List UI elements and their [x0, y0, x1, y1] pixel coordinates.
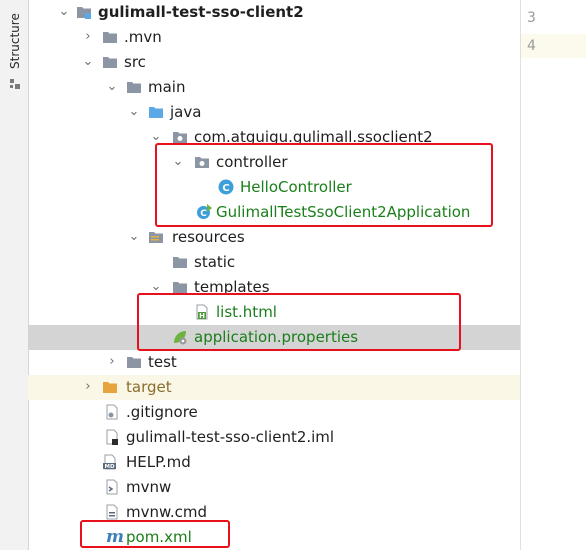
- tree-item-resources[interactable]: ⌄ resources: [28, 225, 520, 250]
- structure-icon: [10, 79, 20, 89]
- tree-label-src: src: [124, 53, 146, 71]
- tree-item-target[interactable]: › target: [28, 375, 520, 400]
- tree-label-test: test: [148, 353, 177, 371]
- markdown-file-icon: MD: [103, 454, 116, 470]
- tree-item-gitignore[interactable]: .gitignore: [28, 400, 520, 425]
- tree-label-resources: resources: [172, 228, 245, 246]
- iml-file-icon: [106, 429, 118, 445]
- tree-label-mvnw: mvnw: [126, 478, 172, 496]
- annotation-box-controller: [155, 143, 493, 227]
- svg-text:MD: MD: [104, 464, 114, 470]
- tree-item-src[interactable]: ⌄ src: [28, 50, 520, 75]
- module-folder-icon: [77, 7, 91, 19]
- chevron-down-icon[interactable]: ⌄: [126, 104, 142, 120]
- tree-label-gitignore: .gitignore: [126, 403, 198, 421]
- folder-icon: [173, 257, 187, 268]
- structure-tab[interactable]: Structure: [4, 6, 26, 92]
- tree-item-mvnw[interactable]: mvnw: [28, 475, 520, 500]
- chevron-down-icon[interactable]: ⌄: [80, 54, 96, 70]
- annotation-box-resources: [137, 293, 461, 351]
- folder-icon: [103, 32, 117, 43]
- tree-item-root[interactable]: ⌄ gulimall-test-sso-client2: [28, 0, 520, 25]
- line-number-4: 4: [527, 38, 536, 54]
- tool-window-strip: Structure: [0, 0, 29, 550]
- structure-tab-label: Structure: [8, 13, 22, 69]
- tree-item-java[interactable]: ⌄ java: [28, 100, 520, 125]
- tree-item-static[interactable]: static: [28, 250, 520, 275]
- source-folder-icon: [149, 107, 163, 118]
- tree-label-main: main: [148, 78, 186, 96]
- tree-label-root: gulimall-test-sso-client2: [98, 3, 304, 21]
- excluded-folder-icon: [103, 382, 117, 393]
- tree-label-java: java: [170, 103, 202, 121]
- project-tree: ⌄ gulimall-test-sso-client2 › .mvn ⌄ src…: [28, 0, 546, 550]
- resources-folder-icon: [149, 232, 163, 243]
- editor-gutter: 3 4: [520, 0, 586, 550]
- tree-label-iml: gulimall-test-sso-client2.iml: [126, 428, 335, 446]
- chevron-down-icon[interactable]: ⌄: [104, 79, 120, 95]
- tree-item-test[interactable]: › test: [28, 350, 520, 375]
- tree-item-main[interactable]: ⌄ main: [28, 75, 520, 100]
- chevron-right-icon[interactable]: ›: [80, 29, 96, 45]
- tree-label-target: target: [126, 378, 172, 396]
- folder-icon: [127, 82, 141, 93]
- chevron-down-icon[interactable]: ⌄: [56, 4, 72, 20]
- folder-icon: [103, 57, 117, 68]
- gitignore-file-icon: [106, 404, 118, 420]
- cmd-file-icon: [106, 504, 118, 520]
- chevron-down-icon[interactable]: ⌄: [126, 229, 142, 245]
- tree-item-mvn[interactable]: › .mvn: [28, 25, 520, 50]
- shell-script-icon: [106, 479, 118, 495]
- tree-item-help-md[interactable]: MD HELP.md: [28, 450, 520, 475]
- annotation-box-pom: [80, 520, 230, 548]
- tree-label-mvn: .mvn: [124, 28, 162, 46]
- chevron-right-icon[interactable]: ›: [80, 379, 96, 395]
- tree-item-iml[interactable]: gulimall-test-sso-client2.iml: [28, 425, 520, 450]
- folder-icon: [127, 357, 141, 368]
- chevron-right-icon[interactable]: ›: [104, 354, 120, 370]
- tree-label-static: static: [194, 253, 236, 271]
- tree-label-help-md: HELP.md: [126, 453, 191, 471]
- line-number-3: 3: [527, 10, 536, 26]
